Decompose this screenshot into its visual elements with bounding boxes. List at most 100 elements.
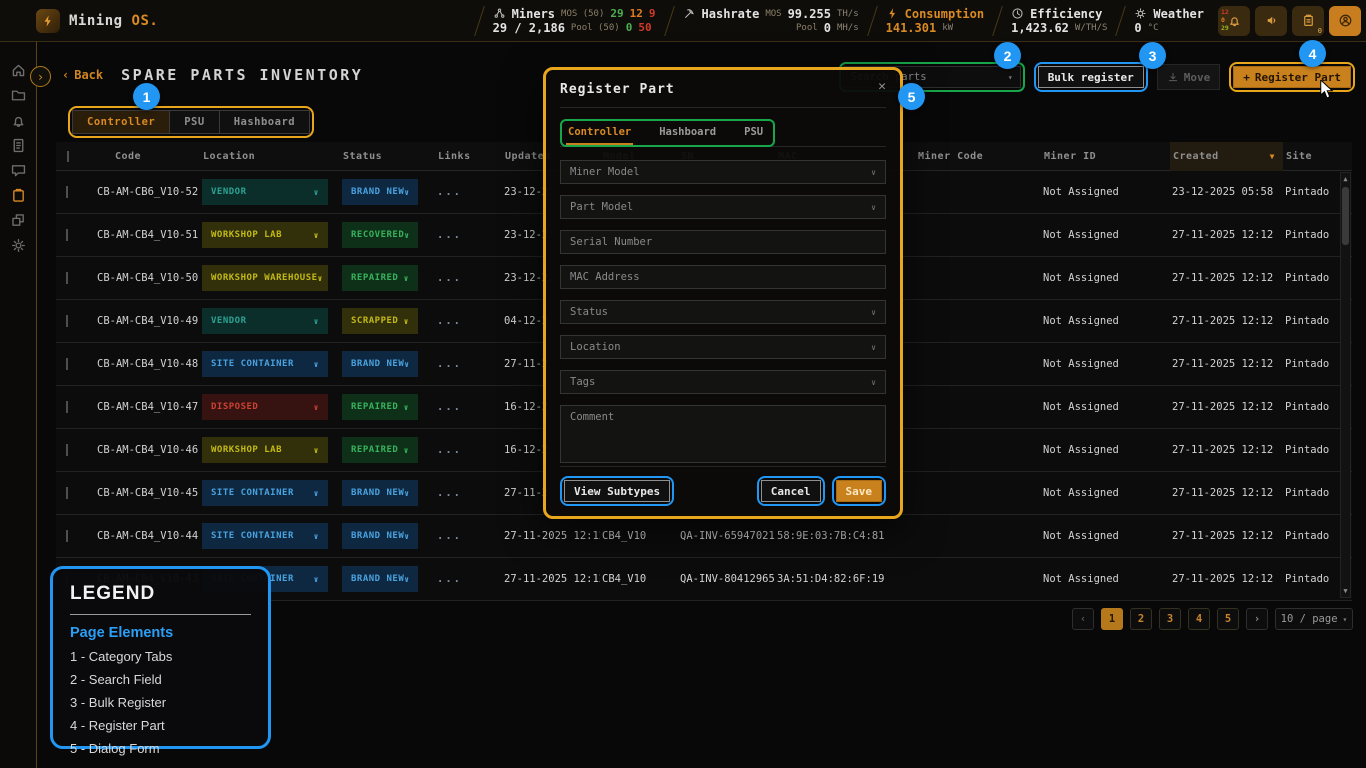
register-part-button[interactable]: + Register Part xyxy=(1233,66,1351,88)
hashrate-mos-label: MOS xyxy=(765,8,781,20)
links-menu[interactable]: ... xyxy=(435,444,502,456)
audio-button[interactable] xyxy=(1255,6,1287,36)
status-dropdown[interactable]: BRAND NEW∨ xyxy=(342,480,418,506)
account-button[interactable] xyxy=(1329,6,1361,36)
links-menu[interactable]: ... xyxy=(435,315,502,327)
column-header-miner-code[interactable]: Miner Code xyxy=(915,151,1041,162)
status-dropdown[interactable]: BRAND NEW∨ xyxy=(342,523,418,549)
column-header-status[interactable]: Status xyxy=(340,151,435,162)
brand-suffix-text: OS. xyxy=(132,13,159,29)
column-header-miner-id[interactable]: Miner ID xyxy=(1041,151,1170,162)
sidebar-item-alerts[interactable] xyxy=(6,111,30,129)
sidebar-item-home[interactable] xyxy=(6,61,30,79)
dialog-tab-hashboard[interactable]: Hashboard xyxy=(657,124,718,145)
page-size-select[interactable]: 10 / page▾ xyxy=(1275,608,1353,630)
status-dropdown[interactable]: BRAND NEW∨ xyxy=(342,351,418,377)
save-button[interactable]: Save xyxy=(836,480,883,502)
status-dropdown[interactable]: REPAIRED∨ xyxy=(342,437,418,463)
scrollbar-thumb[interactable] xyxy=(1342,187,1349,245)
location-dropdown[interactable]: SITE CONTAINER∨ xyxy=(202,523,328,549)
scroll-down-icon[interactable]: ▼ xyxy=(1343,585,1347,597)
column-header-links[interactable]: Links xyxy=(435,151,502,162)
sidebar-item-messages[interactable] xyxy=(6,161,30,179)
sidebar-expand-button[interactable]: › xyxy=(30,66,51,87)
location-dropdown[interactable]: SITE CONTAINER∨ xyxy=(202,480,328,506)
column-header-code[interactable]: Code xyxy=(95,151,200,162)
part-model-field[interactable]: Part Model∨ xyxy=(560,195,886,219)
column-header-location[interactable]: Location xyxy=(200,151,340,162)
location-dropdown[interactable]: VENDOR∨ xyxy=(202,179,328,205)
miner-model-field[interactable]: Miner Model∨ xyxy=(560,160,886,184)
row-checkbox[interactable] xyxy=(66,315,68,327)
row-checkbox[interactable] xyxy=(66,401,68,413)
tasks-button[interactable]: 0 xyxy=(1292,6,1324,36)
pagination-page-2[interactable]: 2 xyxy=(1130,608,1152,630)
bulk-register-button[interactable]: Bulk register xyxy=(1038,66,1144,88)
annotation-rect-register-part: + Register Part xyxy=(1229,62,1355,92)
status-dropdown[interactable]: BRAND NEW∨ xyxy=(342,179,418,205)
row-checkbox[interactable] xyxy=(66,444,68,456)
location-dropdown[interactable]: DISPOSED∨ xyxy=(202,394,328,420)
links-menu[interactable]: ... xyxy=(435,358,502,370)
pagination-page-5[interactable]: 5 xyxy=(1217,608,1239,630)
row-checkbox[interactable] xyxy=(66,186,68,198)
scroll-up-icon[interactable]: ▲ xyxy=(1343,173,1347,185)
row-checkbox[interactable] xyxy=(66,229,68,241)
cancel-button[interactable]: Cancel xyxy=(761,480,821,502)
location-dropdown[interactable]: SITE CONTAINER∨ xyxy=(202,351,328,377)
category-tab-controller[interactable]: Controller xyxy=(73,111,170,133)
location-dropdown[interactable]: WORKSHOP WAREHOUSE∨ xyxy=(202,265,328,291)
column-header-created[interactable]: Created▼ xyxy=(1170,142,1283,171)
serial-number-field[interactable]: Serial Number xyxy=(560,230,886,254)
notifications-button[interactable]: 12 0 29 xyxy=(1218,6,1250,36)
mac-address-field[interactable]: MAC Address xyxy=(560,265,886,289)
pagination-page-4[interactable]: 4 xyxy=(1188,608,1210,630)
sidebar-item-settings[interactable] xyxy=(6,236,30,254)
comment-field[interactable]: Comment xyxy=(560,405,886,463)
location-dropdown[interactable]: WORKSHOP LAB∨ xyxy=(202,222,328,248)
pagination-next[interactable]: › xyxy=(1246,608,1268,630)
view-subtypes-button[interactable]: View Subtypes xyxy=(564,480,670,502)
status-dropdown[interactable]: REPAIRED∨ xyxy=(342,265,418,291)
sidebar-item-reports[interactable] xyxy=(6,136,30,154)
links-menu[interactable]: ... xyxy=(435,272,502,284)
pagination-prev[interactable]: ‹ xyxy=(1072,608,1094,630)
move-button[interactable]: Move xyxy=(1157,64,1221,90)
select-all-checkbox[interactable] xyxy=(67,151,69,162)
links-menu[interactable]: ... xyxy=(435,487,502,499)
dialog-tab-psu[interactable]: PSU xyxy=(742,124,765,145)
row-checkbox[interactable] xyxy=(66,530,68,542)
category-tab-psu[interactable]: PSU xyxy=(170,111,219,133)
status-dropdown[interactable]: SCRAPPED∨ xyxy=(342,308,418,334)
sidebar-item-spare-parts[interactable] xyxy=(6,186,30,204)
cell-updated: 27-11-2025 12:12 xyxy=(502,530,600,542)
row-checkbox[interactable] xyxy=(66,272,68,284)
links-menu[interactable]: ... xyxy=(435,401,502,413)
sidebar-item-assets[interactable] xyxy=(6,211,30,229)
table-scrollbar[interactable]: ▲ ▼ xyxy=(1340,172,1351,598)
sidebar-item-folders[interactable] xyxy=(6,86,30,104)
pagination-page-1[interactable]: 1 xyxy=(1101,608,1123,630)
tags-field[interactable]: Tags∨ xyxy=(560,370,886,394)
category-tab-hashboard[interactable]: Hashboard xyxy=(220,111,309,133)
row-checkbox[interactable] xyxy=(66,358,68,370)
dialog-tab-controller[interactable]: Controller xyxy=(566,124,633,145)
status-dropdown[interactable]: REPAIRED∨ xyxy=(342,394,418,420)
back-button[interactable]: ‹ Back xyxy=(62,68,103,82)
column-header-site[interactable]: Site xyxy=(1283,151,1352,162)
pagination-page-3[interactable]: 3 xyxy=(1159,608,1181,630)
links-menu[interactable]: ... xyxy=(435,186,502,198)
status-field[interactable]: Status∨ xyxy=(560,300,886,324)
chevron-down-icon: ∨ xyxy=(314,532,319,541)
chevron-down-icon: ∨ xyxy=(314,403,319,412)
dialog-close-button[interactable]: ✕ xyxy=(878,82,886,92)
links-menu[interactable]: ... xyxy=(435,229,502,241)
links-menu[interactable]: ... xyxy=(435,530,502,542)
status-dropdown[interactable]: BRAND NEW∨ xyxy=(342,566,418,592)
location-dropdown[interactable]: WORKSHOP LAB∨ xyxy=(202,437,328,463)
location-field[interactable]: Location∨ xyxy=(560,335,886,359)
row-checkbox[interactable] xyxy=(66,487,68,499)
links-menu[interactable]: ... xyxy=(435,573,502,585)
location-dropdown[interactable]: VENDOR∨ xyxy=(202,308,328,334)
status-dropdown[interactable]: RECOVERED∨ xyxy=(342,222,418,248)
